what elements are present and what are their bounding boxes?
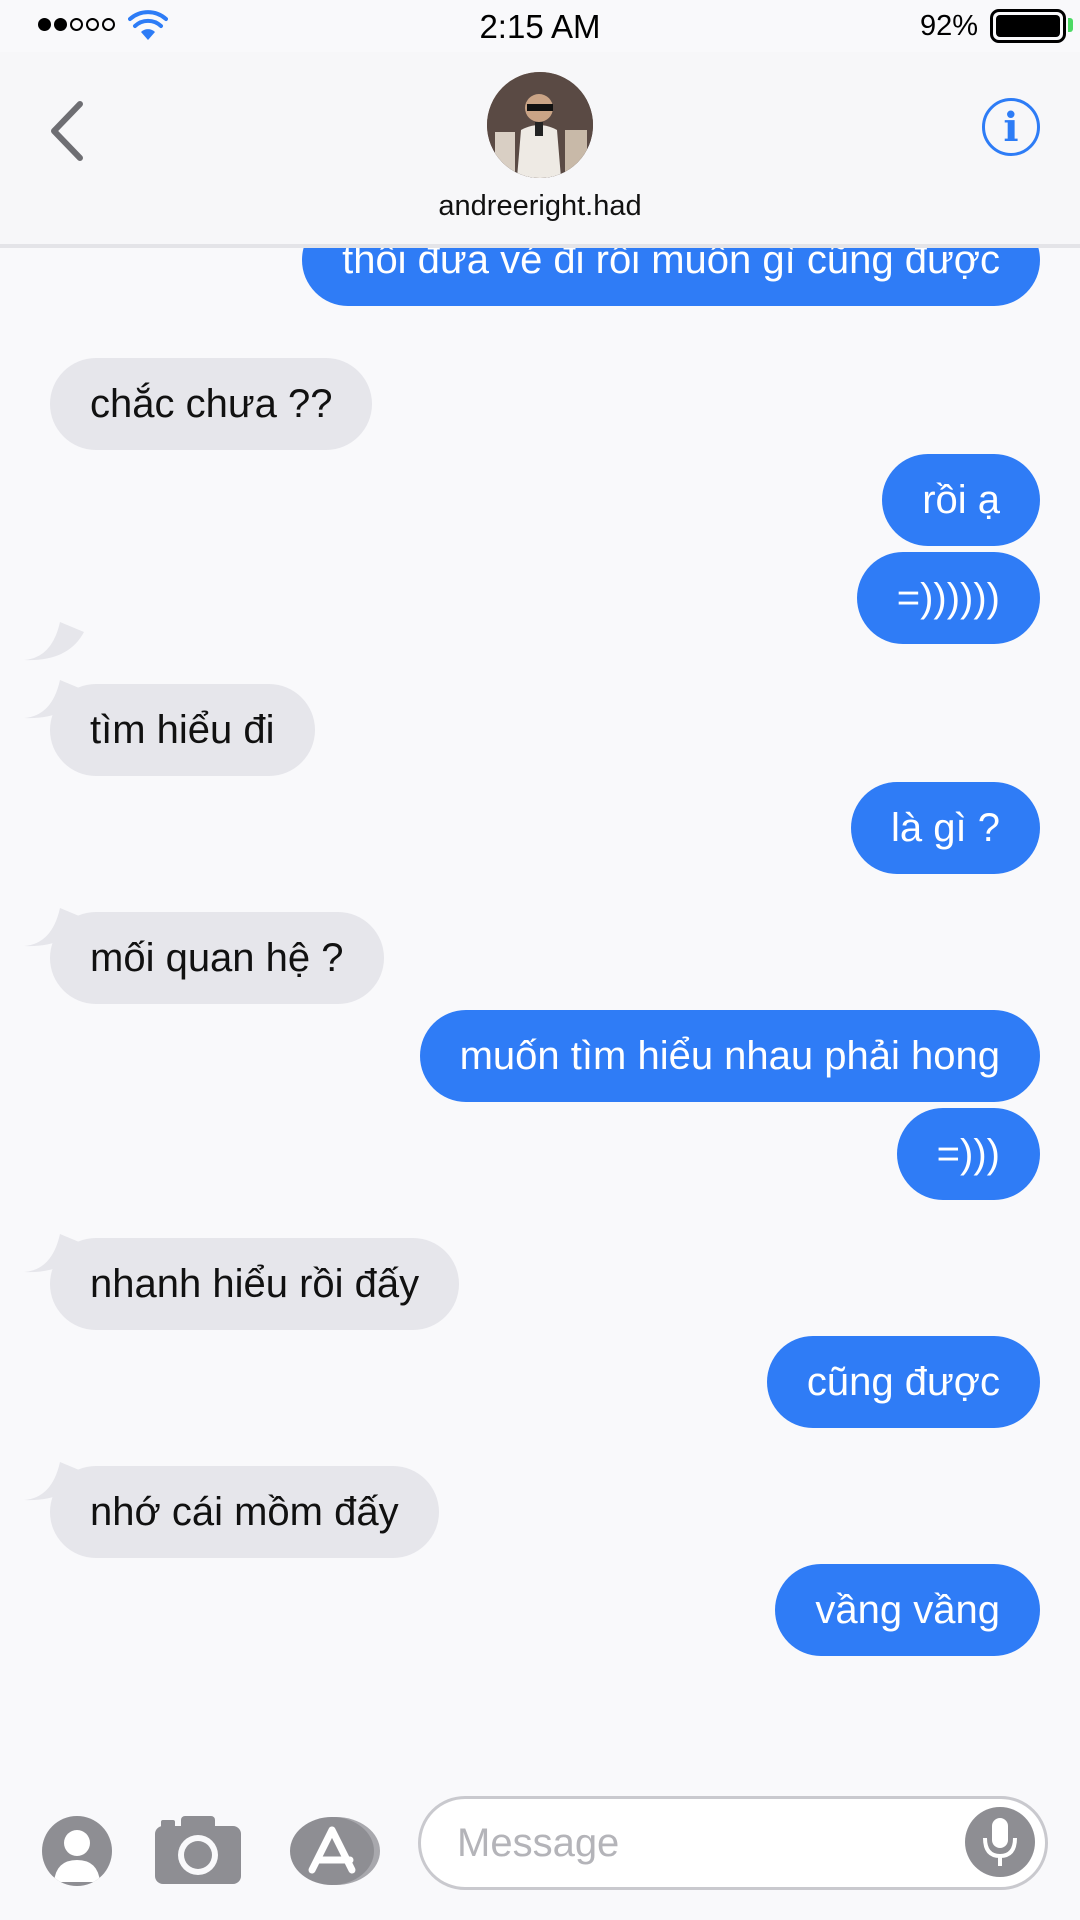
message-bubble-sent[interactable]: muốn tìm hiểu nhau phải hong (419, 1010, 1040, 1102)
microphone-button[interactable] (965, 1807, 1035, 1877)
message-bubble-sent[interactable]: là gì ? (851, 782, 1040, 874)
message-bubble-sent[interactable]: cũng được (766, 1336, 1040, 1428)
message-bubble-received[interactable]: nhanh hiểu rồi đấy (50, 1238, 460, 1330)
message-list[interactable]: thôi đưa vé đi rồi muốn gì cũng được chắ… (0, 248, 1080, 1768)
microphone-icon (983, 1818, 1017, 1866)
contact-name[interactable]: andreeright.had (0, 190, 1080, 223)
conversation-header: andreeright.had i (0, 52, 1080, 248)
message-bubble-received[interactable]: chắc chưa ?? (50, 358, 373, 450)
battery-percentage: 92% (919, 10, 978, 42)
battery-icon (990, 9, 1066, 43)
message-bubble-sent[interactable]: thôi đưa vé đi rồi muốn gì cũng được (302, 248, 1040, 306)
battery-cap (1068, 18, 1073, 32)
back-chevron-icon[interactable] (44, 96, 94, 166)
app-store-icon[interactable] (290, 1816, 382, 1886)
status-bar: 2:15 AM 92% (0, 0, 1080, 52)
message-bubble-sent[interactable]: vầng vầng (775, 1564, 1040, 1656)
status-time: 2:15 AM (479, 8, 601, 45)
bubble-tail (24, 622, 84, 661)
contact-button[interactable] (42, 1816, 112, 1886)
message-bubble-received[interactable]: tìm hiểu đi (50, 684, 315, 776)
message-field[interactable] (418, 1796, 1048, 1890)
compose-bar (0, 1768, 1080, 1920)
message-bubble-received[interactable]: nhớ cái mồm đấy (50, 1466, 439, 1558)
message-input[interactable] (457, 1799, 937, 1887)
message-bubble-sent[interactable]: rồi ạ (882, 454, 1040, 546)
person-icon (54, 1830, 100, 1882)
camera-icon[interactable] (155, 1814, 241, 1884)
message-bubble-received[interactable]: mối quan hệ ? (50, 912, 384, 1004)
message-bubble-sent[interactable]: =))) (896, 1108, 1040, 1200)
info-button[interactable]: i (982, 98, 1040, 156)
message-bubble-sent[interactable]: =)))))) (856, 552, 1040, 644)
contact-avatar[interactable] (487, 72, 593, 178)
